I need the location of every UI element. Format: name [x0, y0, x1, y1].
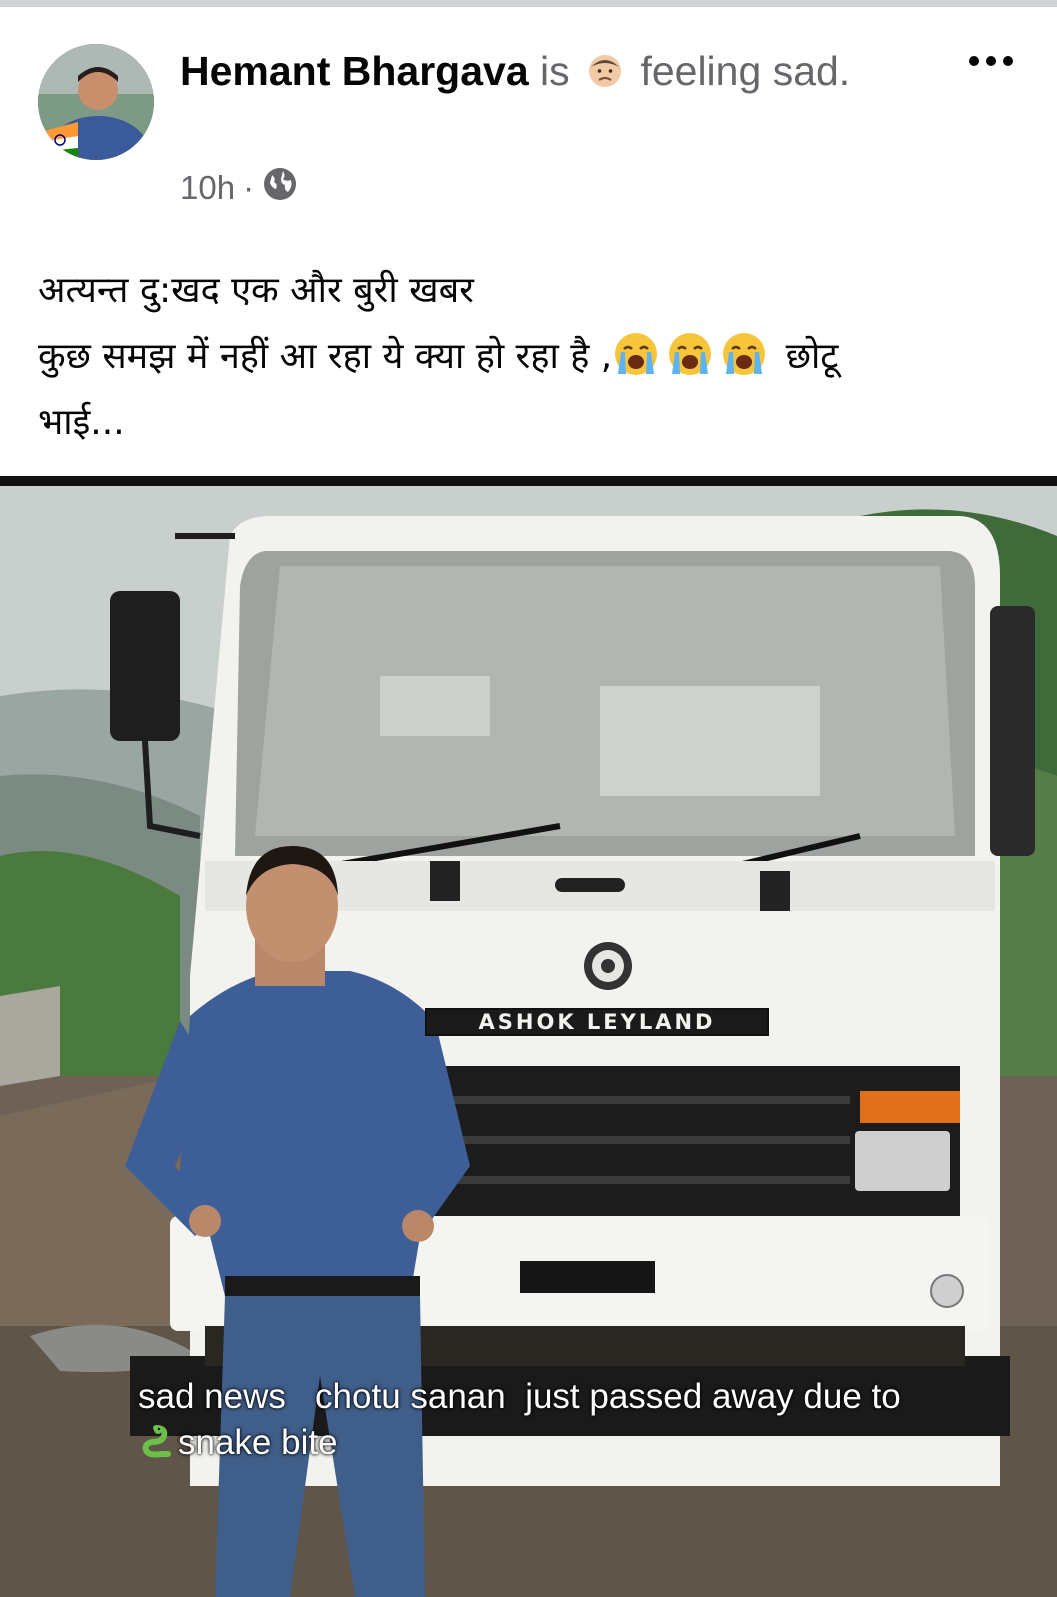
feeling-emoji-icon — [587, 46, 623, 87]
more-options-button[interactable] — [956, 46, 1026, 76]
post-text-line: भाई... — [38, 402, 125, 443]
feeling-word: feeling — [640, 48, 762, 94]
author-avatar[interactable] — [38, 44, 154, 160]
caption-line: sad news chotu sanan just passed away du… — [138, 1377, 901, 1416]
author-name[interactable]: Hemant Bhargava — [180, 48, 529, 94]
photo-caption: sad news chotu sanan just passed away du… — [138, 1374, 1028, 1466]
post-header: Hemant Bhargava is feeling sad. — [180, 42, 870, 100]
caption-text: snake bite — [178, 1423, 338, 1462]
post-meta: 10h · — [180, 166, 298, 210]
post-text-segment: छोटू — [774, 336, 839, 377]
post-text-segment: कुछ समझ में नहीं आ रहा ये क्या हो रहा है… — [38, 336, 613, 377]
post-body: अत्यन्त दु:खद एक और बुरी खबर कुछ समझ में… — [38, 258, 1028, 456]
truck-brand-text: ASHOK LEYLAND — [425, 1008, 769, 1036]
crying-face-icon — [666, 330, 714, 378]
crying-face-icon — [612, 330, 660, 378]
dot — [1003, 56, 1013, 66]
feeling-text: sad. — [772, 48, 851, 94]
globe-icon[interactable] — [262, 166, 298, 210]
post-text-line: कुछ समझ में नहीं आ रहा ये क्या हो रहा है… — [38, 324, 1028, 390]
snake-emoji-icon — [138, 1424, 174, 1460]
post-text-line: अत्यन्त दु:खद एक और बुरी खबर — [38, 270, 474, 311]
crying-face-icon — [720, 330, 768, 378]
dot — [986, 56, 996, 66]
caption-line: snake bite — [138, 1420, 1028, 1466]
post-time[interactable]: 10h — [180, 169, 235, 207]
meta-separator: · — [243, 169, 255, 206]
top-divider — [0, 0, 1057, 7]
is-word: is — [540, 48, 570, 94]
dot — [969, 56, 979, 66]
